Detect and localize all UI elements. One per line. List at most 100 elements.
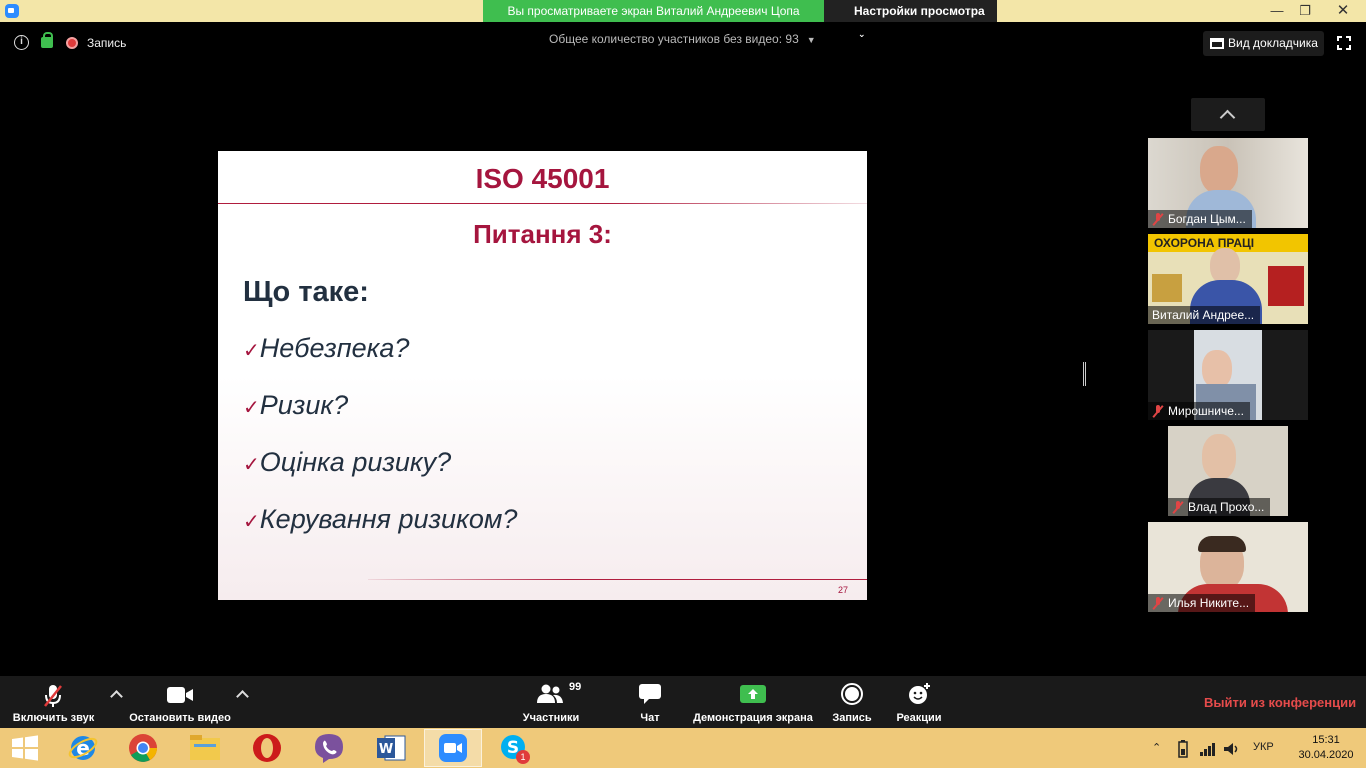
recording-label: Запись bbox=[87, 36, 127, 50]
participants-icon bbox=[537, 684, 563, 703]
taskbar-clock[interactable]: 15:31 30.04.2020 bbox=[1296, 733, 1356, 763]
slide-divider bbox=[218, 203, 867, 204]
title-bar: Вы просматриваете экран Виталий Андрееви… bbox=[0, 0, 1366, 39]
chat-label: Чат bbox=[640, 712, 660, 724]
zoom-app-icon bbox=[439, 734, 467, 762]
skype-notification-badge: 1 bbox=[516, 750, 530, 764]
minimize-button[interactable]: — bbox=[1262, 0, 1292, 22]
participant-name: Влад Прохо... bbox=[1168, 498, 1271, 516]
video-tile[interactable]: ОХОРОНА ПРАЦІ Виталий Андрее... bbox=[1148, 234, 1308, 324]
word-icon: W bbox=[377, 735, 406, 761]
caret-down-icon: ▼ bbox=[806, 35, 816, 45]
slide-footer-divider bbox=[368, 579, 867, 580]
taskbar-zoom[interactable] bbox=[424, 729, 482, 767]
chrome-icon bbox=[129, 734, 157, 762]
view-settings-dropdown[interactable]: Настройки просмотра ⌄ bbox=[824, 0, 997, 39]
taskbar-opera[interactable] bbox=[238, 729, 296, 767]
check-icon: ✓ bbox=[243, 340, 260, 362]
check-icon: ✓ bbox=[243, 454, 260, 476]
meeting-info-icon[interactable]: i bbox=[14, 35, 29, 50]
shared-screen-slide: ISO 45001 Питання 3: Що таке: ✓Небезпека… bbox=[218, 151, 867, 600]
svg-text:W: W bbox=[379, 742, 393, 757]
reactions-smiley-icon bbox=[909, 683, 930, 704]
participant-face bbox=[1200, 146, 1238, 194]
participants-without-video-dropdown[interactable]: Общее количество участников без видео: 9… bbox=[549, 32, 816, 46]
participant-name: Виталий Андрее... bbox=[1148, 306, 1261, 324]
muted-mic-icon bbox=[1152, 213, 1164, 225]
video-tile[interactable]: Влад Прохо... bbox=[1168, 426, 1288, 516]
slide-bullet: ✓Небезпека? bbox=[243, 333, 410, 363]
zoom-window: Вы просматриваете экран Виталий Андрееви… bbox=[0, 0, 1366, 768]
video-tile[interactable]: Илья Никите... bbox=[1148, 522, 1308, 612]
check-icon: ✓ bbox=[243, 397, 260, 419]
encryption-lock-icon[interactable] bbox=[41, 32, 53, 48]
clock-date: 30.04.2020 bbox=[1298, 749, 1354, 761]
stop-video-button[interactable]: Остановить видео bbox=[128, 676, 232, 728]
taskbar-skype[interactable]: S 1 bbox=[486, 729, 544, 767]
video-tile[interactable]: Мирошниче... bbox=[1148, 330, 1308, 420]
chat-icon bbox=[639, 684, 661, 704]
video-tile[interactable]: Богдан Цым... bbox=[1148, 138, 1308, 228]
share-screen-icon bbox=[740, 685, 766, 703]
chat-button[interactable]: Чат bbox=[626, 676, 674, 728]
slide-page-number: 27 bbox=[838, 585, 849, 595]
zoom-logo-icon bbox=[5, 4, 19, 18]
participants-without-video-label: Общее количество участников без видео: 9… bbox=[549, 32, 799, 46]
keyboard-language[interactable]: УКР bbox=[1253, 741, 1274, 753]
recording-indicator-icon bbox=[66, 37, 78, 49]
record-button[interactable]: Запись bbox=[828, 676, 876, 728]
participants-label: Участники bbox=[522, 712, 580, 724]
taskbar-word[interactable]: W bbox=[362, 729, 420, 767]
taskbar-file-explorer[interactable] bbox=[176, 729, 234, 767]
participant-hair bbox=[1198, 536, 1246, 552]
muted-mic-icon bbox=[1172, 501, 1184, 513]
maximize-button[interactable]: ❐ bbox=[1290, 0, 1320, 22]
signal-strength-icon[interactable] bbox=[1199, 742, 1217, 756]
slide-question: Що таке: bbox=[243, 276, 369, 308]
view-settings-label: Настройки просмотра bbox=[854, 4, 985, 18]
taskbar-chrome[interactable] bbox=[114, 729, 172, 767]
video-camera-icon bbox=[167, 687, 193, 703]
muted-mic-icon bbox=[44, 685, 62, 707]
folder-icon bbox=[190, 735, 220, 760]
windows-start-icon[interactable] bbox=[10, 733, 40, 763]
taskbar-viber[interactable] bbox=[300, 729, 358, 767]
banner-image bbox=[1268, 266, 1304, 306]
fullscreen-icon[interactable] bbox=[1337, 36, 1351, 50]
share-screen-button[interactable]: Демонстрация экрана bbox=[692, 676, 814, 728]
muted-mic-icon bbox=[1152, 597, 1164, 609]
slide-bullet: ✓Ризик? bbox=[243, 390, 349, 420]
opera-icon bbox=[253, 734, 281, 762]
participant-name: Мирошниче... bbox=[1148, 402, 1250, 420]
speaker-view-button[interactable]: Вид докладчика bbox=[1203, 31, 1324, 56]
taskbar-ie[interactable]: e bbox=[54, 729, 112, 767]
slide-bullet: ✓Оцінка ризику? bbox=[243, 447, 452, 477]
unmute-label: Включить звук bbox=[12, 712, 95, 724]
viber-icon bbox=[315, 734, 343, 763]
participant-face bbox=[1202, 350, 1232, 388]
muted-mic-icon bbox=[1152, 405, 1164, 417]
panel-resize-handle[interactable] bbox=[1083, 362, 1086, 386]
record-label: Запись bbox=[832, 712, 872, 724]
participant-name: Богдан Цым... bbox=[1148, 210, 1252, 228]
unmute-button[interactable]: Включить звук bbox=[6, 676, 101, 728]
slide-subtitle: Питання 3: bbox=[473, 219, 612, 249]
reactions-label: Реакции bbox=[896, 712, 942, 724]
tray-overflow-icon[interactable]: ⌃ bbox=[1152, 741, 1161, 754]
slide-bullet: ✓Керування ризиком? bbox=[243, 504, 518, 534]
scroll-up-button[interactable] bbox=[1191, 98, 1265, 131]
participants-button[interactable]: 99 Участники bbox=[518, 676, 584, 728]
leave-meeting-button[interactable]: Выйти из конференции bbox=[1204, 695, 1356, 710]
share-screen-label: Демонстрация экрана bbox=[693, 712, 813, 724]
banner-image bbox=[1152, 274, 1182, 302]
internet-explorer-icon: e bbox=[68, 736, 98, 760]
clock-time: 15:31 bbox=[1312, 734, 1340, 746]
reactions-button[interactable]: Реакции bbox=[894, 676, 944, 728]
volume-icon[interactable] bbox=[1223, 742, 1241, 756]
screen-share-banner: Вы просматриваете экран Виталий Андрееви… bbox=[483, 0, 824, 22]
stop-video-label: Остановить видео bbox=[129, 712, 231, 724]
slide-title: ISO 45001 bbox=[475, 163, 610, 194]
close-button[interactable]: ✕ bbox=[1320, 0, 1366, 22]
participants-count: 99 bbox=[569, 681, 582, 693]
battery-icon[interactable] bbox=[1176, 740, 1190, 758]
